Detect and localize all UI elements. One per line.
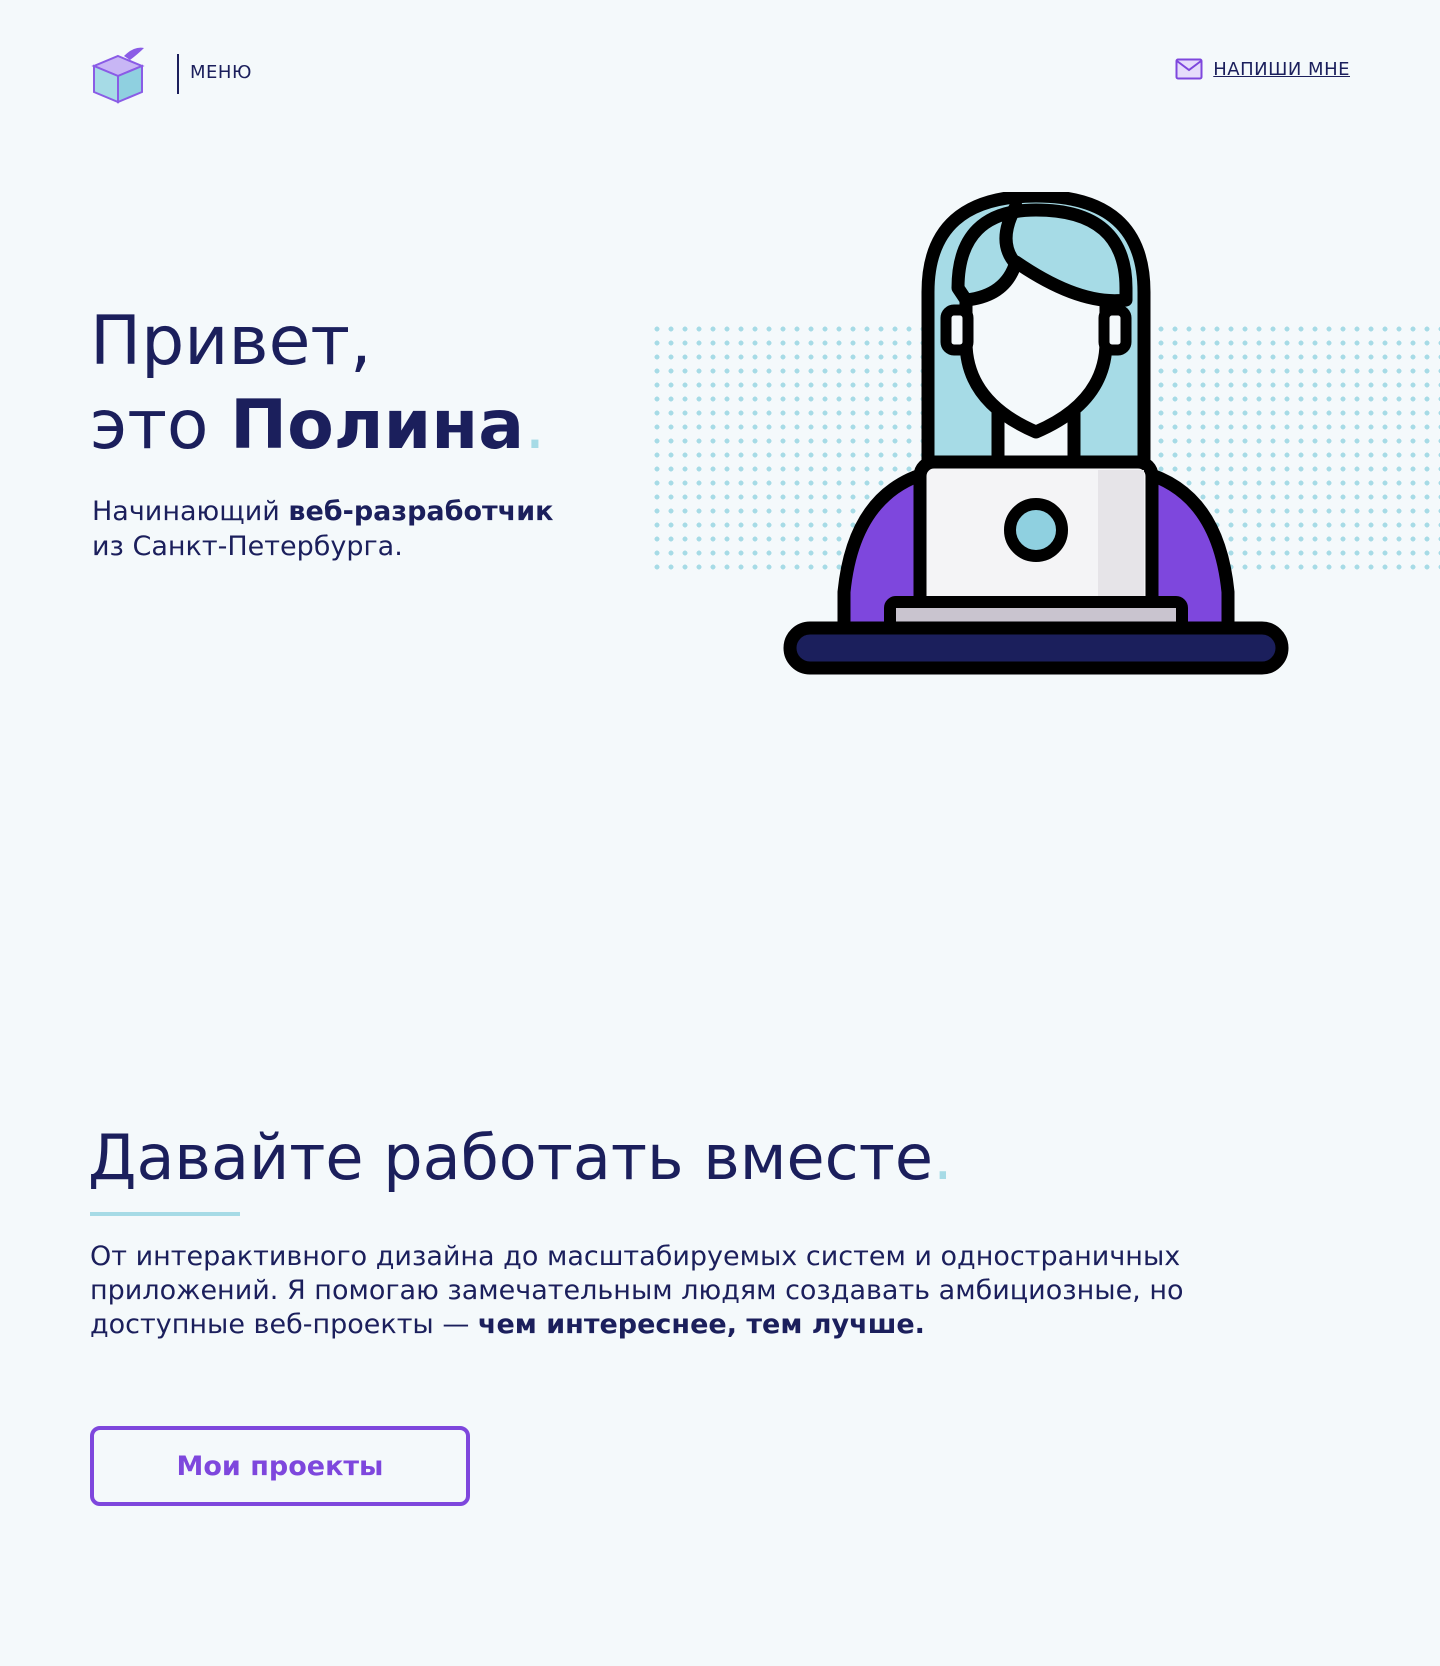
hero-subtitle: Начинающий веб-разработчик из Санкт-Пете… [92,494,652,564]
section-divider [90,1212,240,1216]
mail-icon [1175,58,1203,80]
about-text-emphasis: чем интереснее, тем лучше. [477,1309,925,1340]
hero-name: Полина [230,386,525,465]
woman-at-laptop-icon [783,192,1289,675]
contact-label: НАПИШИ МНЕ [1213,58,1350,80]
menu-divider [177,54,179,94]
hero-title: Привет, это Полина. [90,300,546,468]
subtitle-location: из Санкт-Петербурга. [92,531,403,562]
section-title-text: Давайте работать вместе [88,1121,934,1194]
accent-dot: . [524,386,546,465]
section-title: Давайте работать вместе. [88,1118,953,1198]
greeting-prefix: это [90,386,231,465]
contact-link[interactable]: НАПИШИ МНЕ [1175,58,1350,80]
site-header: МЕНЮ НАПИШИ МНЕ [90,44,1350,104]
my-projects-button[interactable]: Мои проекты [90,1426,470,1506]
about-paragraph: От интерактивного дизайна до масштабируе… [90,1240,1210,1342]
greeting-line: Привет, [90,302,372,381]
subtitle-role: веб-разработчик [288,496,554,527]
section-accent-dot: . [933,1121,953,1194]
cube-logo-icon[interactable] [90,44,146,104]
menu-button[interactable]: МЕНЮ [190,62,252,83]
subtitle-text: Начинающий [92,496,289,527]
